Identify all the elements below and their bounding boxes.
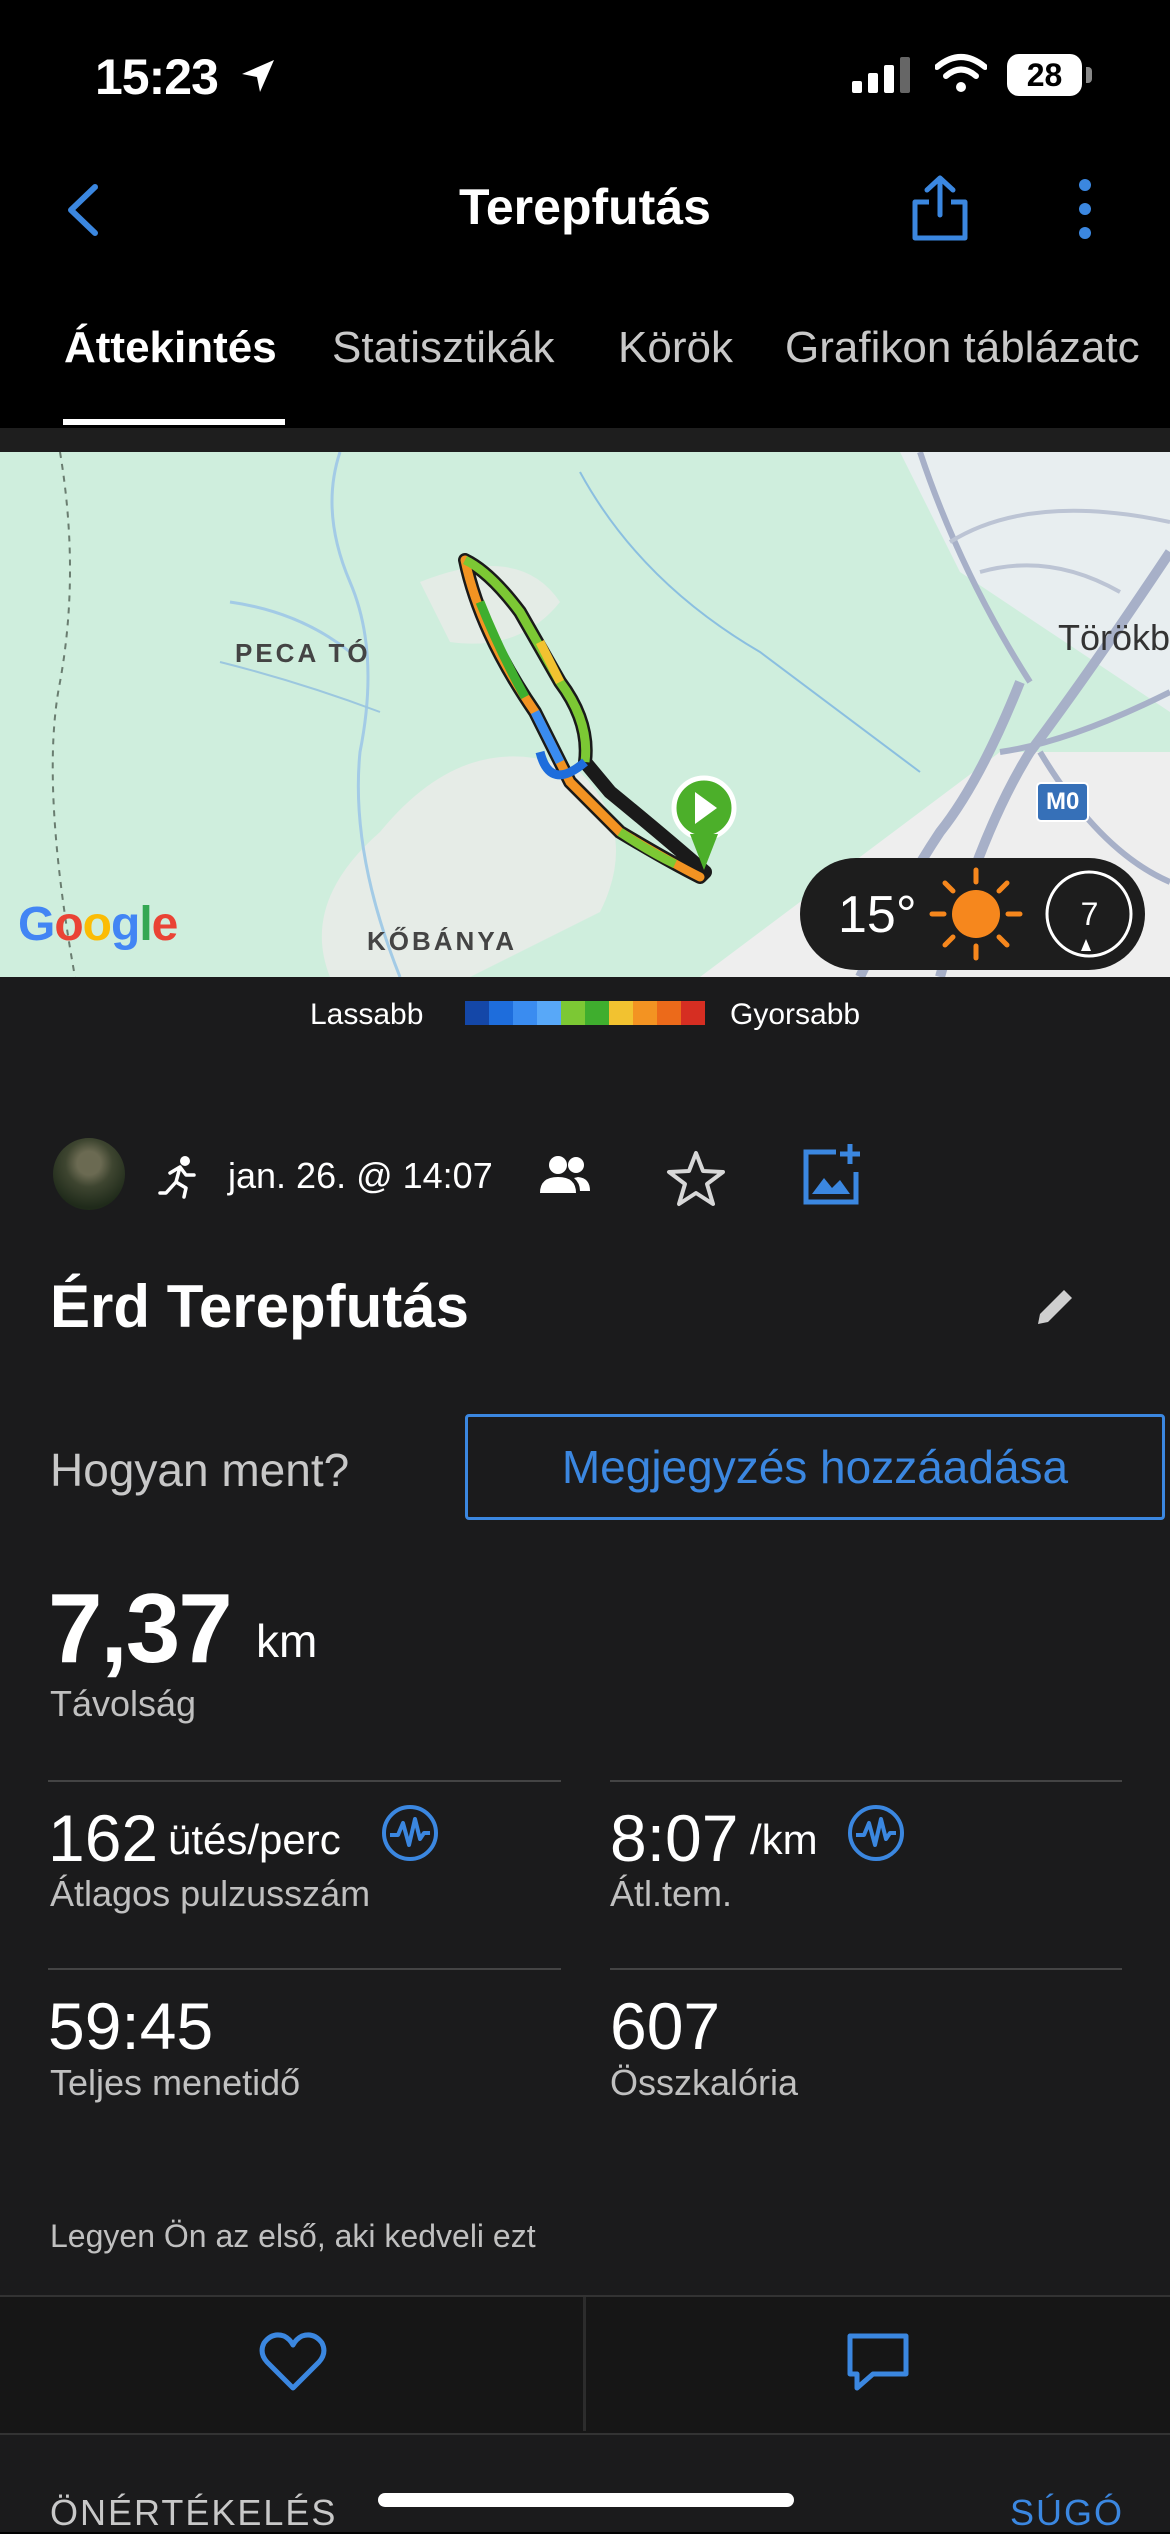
map-label-torokbalint: Törökb xyxy=(1058,617,1170,658)
running-activity-icon xyxy=(158,1156,196,1199)
legend-color-swatch xyxy=(537,1001,561,1025)
distance-unit: km xyxy=(256,1615,318,1667)
pace-chart-icon[interactable] xyxy=(846,1803,906,1863)
total-time-value: 59:45 xyxy=(48,1989,214,2063)
edit-title-button[interactable] xyxy=(1030,1282,1080,1332)
stats-divider xyxy=(48,1780,561,1782)
page-title: Terepfutás xyxy=(459,179,711,235)
add-photo-button[interactable] xyxy=(800,1142,866,1208)
stats-divider xyxy=(610,1780,1122,1782)
stats-divider xyxy=(610,1968,1122,1970)
stats-divider xyxy=(48,1968,561,1970)
map-label-m0: M0 xyxy=(1036,782,1090,822)
legend-color-swatch xyxy=(633,1001,657,1025)
legend-slower-label: Lassabb xyxy=(310,998,424,1031)
tab-active-indicator xyxy=(63,419,285,425)
heart-rate-chart-icon[interactable] xyxy=(380,1803,440,1863)
action-bar-divider xyxy=(583,2297,586,2431)
location-arrow-icon xyxy=(242,60,274,92)
legend-faster-label: Gyorsabb xyxy=(730,998,861,1031)
tab-divider xyxy=(0,428,1170,452)
avg-heart-rate-unit: ütés/perc xyxy=(168,1816,341,1863)
avg-pace-unit: /km xyxy=(750,1816,818,1863)
star-button[interactable] xyxy=(665,1148,727,1210)
more-options-button[interactable] xyxy=(1060,175,1110,245)
weather-temperature: 15° xyxy=(838,886,917,944)
battery-indicator: 28 xyxy=(1007,54,1082,96)
status-time: 15:23 xyxy=(95,49,219,105)
likes-prompt: Legyen Ön az első, aki kedveli ezt xyxy=(50,2218,536,2254)
map-label-kobanya: KŐBÁNYA xyxy=(367,926,518,956)
calories-value: 607 xyxy=(610,1989,721,2063)
legend-color-swatch xyxy=(585,1001,609,1025)
add-note-button[interactable]: Megjegyzés hozzáadása xyxy=(465,1414,1165,1520)
tab-statistics[interactable]: Statisztikák xyxy=(332,323,555,373)
pace-color-legend xyxy=(465,1001,705,1025)
avg-pace-label: Átl.tem. xyxy=(610,1873,733,1914)
distance-value: 7,37 xyxy=(48,1573,233,1683)
wind-speed: 7 xyxy=(1080,896,1099,932)
share-button[interactable] xyxy=(905,170,975,245)
legend-color-swatch xyxy=(513,1001,537,1025)
total-time-label: Teljes menetidő xyxy=(50,2062,301,2103)
activity-title: Érd Terepfutás xyxy=(50,1273,469,1340)
sun-icon xyxy=(929,867,1023,961)
calories-label: Összkalória xyxy=(610,2062,799,2103)
like-button[interactable] xyxy=(258,2330,328,2394)
legend-color-swatch xyxy=(609,1001,633,1025)
legend-color-swatch xyxy=(561,1001,585,1025)
people-icon[interactable] xyxy=(538,1155,592,1195)
battery-tip xyxy=(1086,67,1092,83)
avg-pace-value: 8:07 xyxy=(610,1801,739,1875)
avg-heart-rate-label: Átlagos pulzusszám xyxy=(50,1873,371,1914)
legend-color-swatch xyxy=(489,1001,513,1025)
help-link[interactable]: SÚGÓ xyxy=(1010,2492,1124,2534)
legend-color-swatch xyxy=(465,1001,489,1025)
self-evaluation-heading: ÖNÉRTÉKELÉS xyxy=(50,2492,338,2533)
tab-charts[interactable]: Grafikon táblázatc xyxy=(785,323,1140,373)
comment-button[interactable] xyxy=(845,2330,911,2394)
legend-color-swatch xyxy=(681,1001,705,1025)
legend-color-swatch xyxy=(657,1001,681,1025)
home-indicator xyxy=(378,2493,794,2507)
activity-date: jan. 26. @ 14:07 xyxy=(228,1155,493,1196)
avatar[interactable] xyxy=(53,1138,125,1210)
signal-icon xyxy=(852,57,910,93)
map-label-peca-to: PECA TÓ xyxy=(235,638,371,668)
avg-heart-rate-value: 162 xyxy=(48,1801,159,1875)
tab-laps[interactable]: Körök xyxy=(618,323,733,373)
google-logo: Google xyxy=(18,898,178,951)
tab-overview[interactable]: Áttekintés xyxy=(64,323,277,373)
distance-label: Távolság xyxy=(50,1683,197,1724)
how-did-it-go-label: Hogyan ment? xyxy=(50,1444,350,1496)
wifi-icon xyxy=(935,54,987,92)
